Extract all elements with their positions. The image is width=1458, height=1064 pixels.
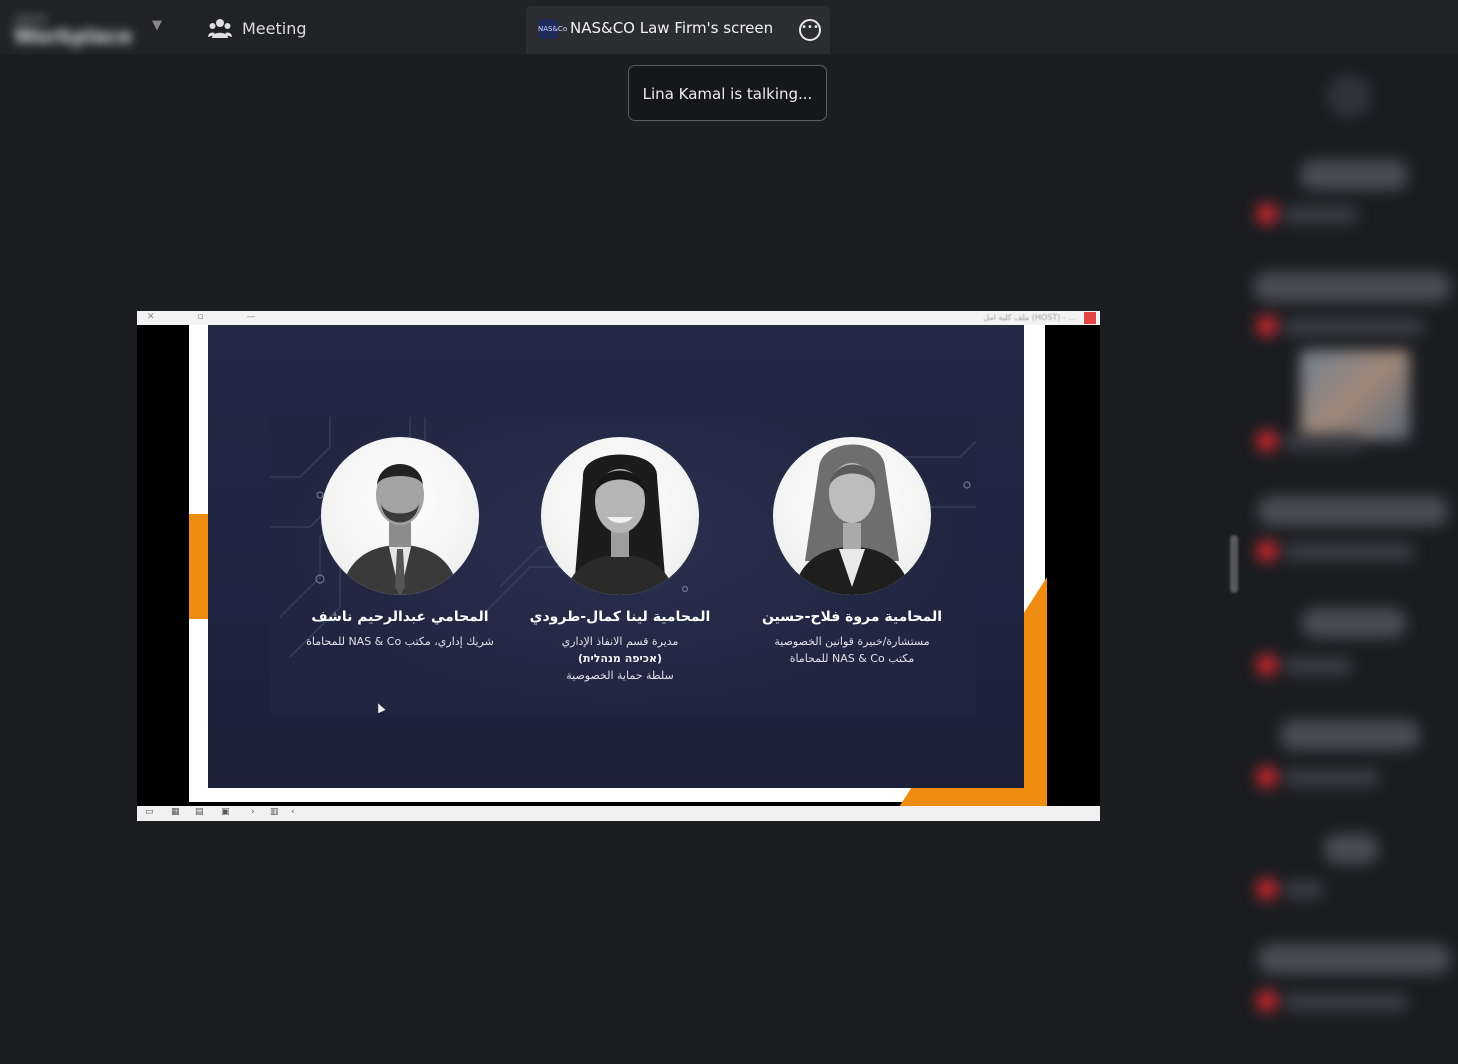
- slide-menu-icon[interactable]: ▥: [270, 807, 279, 817]
- close-icon[interactable]: [1084, 312, 1096, 324]
- speaker-photo: [541, 437, 699, 595]
- speaker-card: المحامية لينا كمال-طرودي مديرة قسم الانف…: [500, 437, 740, 684]
- muted-mic-icon: [1256, 878, 1278, 900]
- participant-label: [1284, 543, 1414, 561]
- participant-label: [1284, 206, 1358, 224]
- speaker-photo: [321, 437, 479, 595]
- participant-name[interactable]: [1258, 496, 1448, 526]
- participant-label: [1284, 993, 1408, 1011]
- slide: المحامي عبدالرحيم ناشف شريك إداري، مكتب …: [208, 325, 1024, 788]
- participant-name[interactable]: [1324, 834, 1378, 864]
- people-icon: [208, 19, 232, 38]
- participant-name[interactable]: [1300, 160, 1408, 190]
- participant-video[interactable]: [1300, 350, 1410, 440]
- app-logo[interactable]: Jamia Workplace: [14, 12, 132, 48]
- more-options-icon[interactable]: •••: [799, 19, 821, 41]
- muted-mic-icon: [1256, 430, 1278, 452]
- speaker-name: المحامي عبدالرحيم ناشف: [311, 609, 489, 625]
- presentation-status-bar: ▭ ▦ ▤ ▣ › ▥ ‹: [137, 806, 1100, 821]
- participant-name[interactable]: [1258, 944, 1450, 974]
- next-slide-icon[interactable]: ›: [251, 807, 255, 817]
- participants-scrollbar[interactable]: [1230, 535, 1238, 593]
- muted-mic-icon: [1256, 315, 1278, 337]
- presentation-caption: ملف كلية امل (HOST) - ...: [983, 313, 1076, 322]
- talking-indicator: Lina Kamal is talking...: [628, 65, 827, 121]
- top-bar: Jamia Workplace ▼ Meeting NAS&Co NAS&CO …: [0, 0, 1458, 54]
- speaker-photo: [773, 437, 931, 595]
- shared-screen-tab[interactable]: NAS&Co NAS&CO Law Firm's screen •••: [526, 6, 830, 54]
- participant-name[interactable]: [1280, 720, 1420, 750]
- participant-label: [1284, 433, 1364, 451]
- brand-name: Workplace: [14, 24, 133, 48]
- muted-mic-icon: [1256, 766, 1278, 788]
- participant-label: [1284, 881, 1324, 899]
- speaker-card: المحامية مروة فلاح-حسين مستشارة/خبيرة قو…: [732, 437, 972, 667]
- participant-name[interactable]: [1302, 608, 1406, 638]
- reading-view-icon[interactable]: ▣: [221, 807, 230, 817]
- participant-label: [1284, 657, 1352, 675]
- meeting-tab[interactable]: Meeting: [208, 14, 307, 42]
- speaker-role: مستشارة/خبيرة قوانين الخصوصية مكتب NAS &…: [732, 633, 972, 667]
- previous-slide-icon[interactable]: ‹: [291, 807, 295, 817]
- normal-view-icon[interactable]: ▦: [171, 807, 180, 817]
- speaker-role-line: (אכיפה מנהלית): [577, 652, 663, 665]
- meeting-label: Meeting: [242, 18, 307, 38]
- chevron-down-icon[interactable]: ▼: [148, 18, 166, 36]
- speaker-role-line: مكتب NAS & Co للمحاماة: [789, 652, 915, 665]
- participant-label: [1284, 769, 1380, 787]
- speaker-role-line: سلطة حماية الخصوصية: [566, 669, 674, 682]
- slide-sorter-icon[interactable]: ▤: [195, 807, 204, 817]
- speaker-role: شريك إداري، مكتب NAS & Co للمحاماة: [280, 633, 520, 650]
- muted-mic-icon: [1256, 654, 1278, 676]
- shared-screen-title: NAS&CO Law Firm's screen: [570, 19, 774, 37]
- muted-mic-icon: [1256, 203, 1278, 225]
- muted-mic-icon: [1256, 990, 1278, 1012]
- speaker-role-line: شريك إداري، مكتب NAS & Co للمحاماة: [306, 635, 494, 648]
- speaker-role: مديرة قسم الانفاذ الإداري (אכיפה מנהלית)…: [500, 633, 740, 684]
- notes-icon[interactable]: ▭: [145, 807, 154, 817]
- shared-screen[interactable]: ✕ ▫ — ملف كلية امل (HOST) - ... المحامي …: [137, 311, 1100, 821]
- speaker-card: المحامي عبدالرحيم ناشف شريك إداري، مكتب …: [280, 437, 520, 650]
- participants-panel: [1240, 60, 1458, 1064]
- participant-label: [1284, 318, 1424, 336]
- speaker-name: المحامية مروة فلاح-حسين: [761, 609, 943, 625]
- window-controls[interactable]: ✕ ▫ —: [147, 312, 275, 322]
- muted-mic-icon: [1256, 540, 1278, 562]
- slide-content-panel: المحامي عبدالرحيم ناشف شريك إداري، مكتب …: [270, 417, 976, 713]
- speaker-name: المحامية لينا كمال-طرودي: [529, 609, 711, 625]
- speaker-role-line: مستشارة/خبيرة قوانين الخصوصية: [774, 635, 930, 648]
- participant-name[interactable]: [1254, 272, 1450, 302]
- law-firm-logo: NAS&Co: [538, 19, 567, 39]
- speaker-role-line: مديرة قسم الانفاذ الإداري: [561, 635, 679, 648]
- presentation-title-bar: ✕ ▫ — ملف كلية امل (HOST) - ...: [137, 311, 1100, 325]
